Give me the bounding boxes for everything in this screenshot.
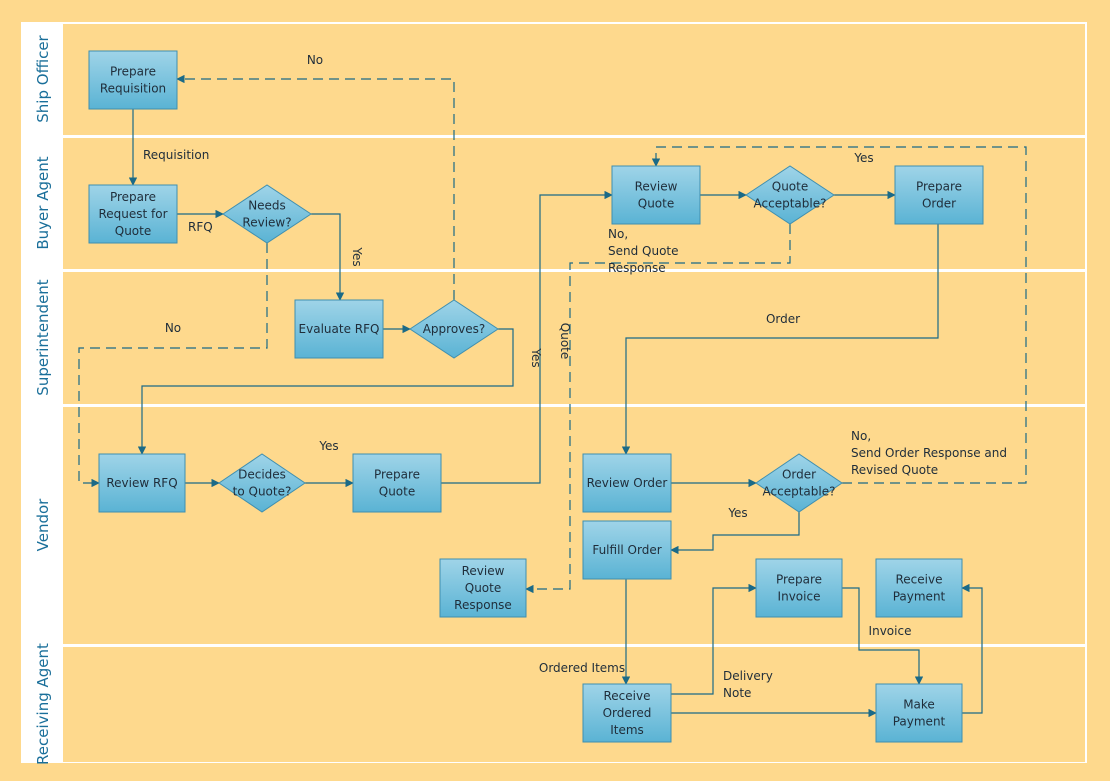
node-review-quote[interactable]: Review Quote <box>611 165 701 225</box>
node-prepare-order[interactable]: Prepare Order <box>894 165 984 225</box>
node-label: Prepare <box>110 190 156 204</box>
node-review-rfq[interactable]: Review RFQ <box>98 453 186 513</box>
node-prepare-quote[interactable]: Prepare Quote <box>352 453 442 513</box>
edge-label-e17: Yes <box>727 506 747 520</box>
node-prepare-invoice[interactable]: Prepare Invoice <box>755 558 843 618</box>
node-label: Review RFQ <box>106 476 177 490</box>
lane-label: Superintendent <box>34 279 52 395</box>
node-label: Acceptable? <box>754 197 827 211</box>
node-label: Review <box>462 564 505 578</box>
node-review-order[interactable]: Review Order <box>582 453 672 513</box>
node-review-quote-response[interactable]: Review Quote Response <box>439 558 527 618</box>
node-label: Acceptable? <box>763 485 836 499</box>
node-label: Evaluate RFQ <box>299 322 380 336</box>
node-label: Quote <box>115 224 151 238</box>
edge-label-e13: No, <box>608 227 628 241</box>
process-shape <box>894 165 984 225</box>
node-label: Invoice <box>778 590 821 604</box>
node-evaluate-rfq[interactable]: Evaluate RFQ <box>294 299 384 359</box>
lane-label: Ship Officer <box>34 34 52 122</box>
process-shape <box>88 50 178 110</box>
node-label: to Quote? <box>233 485 292 499</box>
node-label: Quote <box>638 197 674 211</box>
edge-label-e16: Send Order Response and <box>851 446 1007 460</box>
node-label: Receive <box>896 573 943 587</box>
node-label: Fulfill Order <box>592 543 661 557</box>
node-label: Order <box>922 197 956 211</box>
node-label: Needs <box>248 199 286 213</box>
edge-label-e16: Revised Quote <box>851 463 938 477</box>
node-label: Request for <box>98 207 167 221</box>
node-label: Receive <box>604 689 651 703</box>
process-shape <box>875 683 963 743</box>
edge-label-e16: No, <box>851 429 871 443</box>
edge-label-e14: Order <box>766 312 800 326</box>
edge-label-e13: Response <box>608 261 666 275</box>
node-label: Ordered <box>603 706 652 720</box>
node-make-payment[interactable]: Make Payment <box>875 683 963 743</box>
node-label: Quote <box>379 485 415 499</box>
node-label: Quote <box>772 180 808 194</box>
node-label: Prepare <box>776 573 822 587</box>
process-shape <box>352 453 442 513</box>
node-label: Make <box>903 698 935 712</box>
node-label: Items <box>610 723 644 737</box>
node-prepare-rfq[interactable]: Prepare Request for Quote <box>88 184 178 244</box>
node-prepare-requisition[interactable]: Prepare Requisition <box>88 50 178 110</box>
node-label: Prepare <box>916 180 962 194</box>
edge-label-e3: Yes <box>350 246 364 266</box>
node-label: Quote <box>465 581 501 595</box>
flowchart-svg: Ship Officer Buyer Agent Superintendent Ven… <box>21 22 1087 765</box>
node-label: Requisition <box>100 82 166 96</box>
node-label: Approves? <box>423 322 486 336</box>
edge-label-e10: Quote <box>558 323 572 359</box>
edge-label-e2: RFQ <box>188 220 213 234</box>
node-label: Payment <box>893 715 946 729</box>
lane-body <box>63 24 1085 135</box>
edge-label-e23: Yes <box>853 151 873 165</box>
lane-label: Vendor <box>34 498 52 552</box>
process-shape <box>875 558 963 618</box>
edge-label-e19: Note <box>723 686 751 700</box>
edge-label-e19: Delivery <box>723 669 773 683</box>
edge-label-e21: Invoice <box>869 624 912 638</box>
edge-label-e1: Requisition <box>143 148 209 162</box>
node-label: Prepare <box>374 468 420 482</box>
lane-label: Receiving Agent <box>34 643 52 765</box>
node-label: Decides <box>238 468 286 482</box>
edge-label-e6: No <box>307 53 323 67</box>
node-receive-ordered-items[interactable]: Receive Ordered Items <box>582 683 672 743</box>
node-label: Review <box>635 180 678 194</box>
node-label: Payment <box>893 590 946 604</box>
lane-label: Buyer Agent <box>34 156 52 249</box>
process-shape <box>611 165 701 225</box>
node-receive-payment[interactable]: Receive Payment <box>875 558 963 618</box>
edge-label-e13: Send Quote <box>608 244 679 258</box>
node-label: Order <box>782 468 816 482</box>
node-label: Review Order <box>587 476 668 490</box>
node-label: Review? <box>242 216 291 230</box>
node-label: Response <box>454 598 512 612</box>
process-shape <box>755 558 843 618</box>
edge-label-e4: No <box>165 321 181 335</box>
flowchart-canvas: Ship Officer Buyer Agent Superintendent Ven… <box>21 22 1087 765</box>
lanes-layer: Ship Officer Buyer Agent Superintendent Ven… <box>21 22 1087 765</box>
edge-label-e9: Yes <box>318 439 338 453</box>
edge-label-e7: Yes <box>529 347 543 367</box>
edge-label-e18: Ordered Items <box>539 661 625 675</box>
node-label: Prepare <box>110 65 156 79</box>
node-fulfill-order[interactable]: Fulfill Order <box>582 520 672 580</box>
